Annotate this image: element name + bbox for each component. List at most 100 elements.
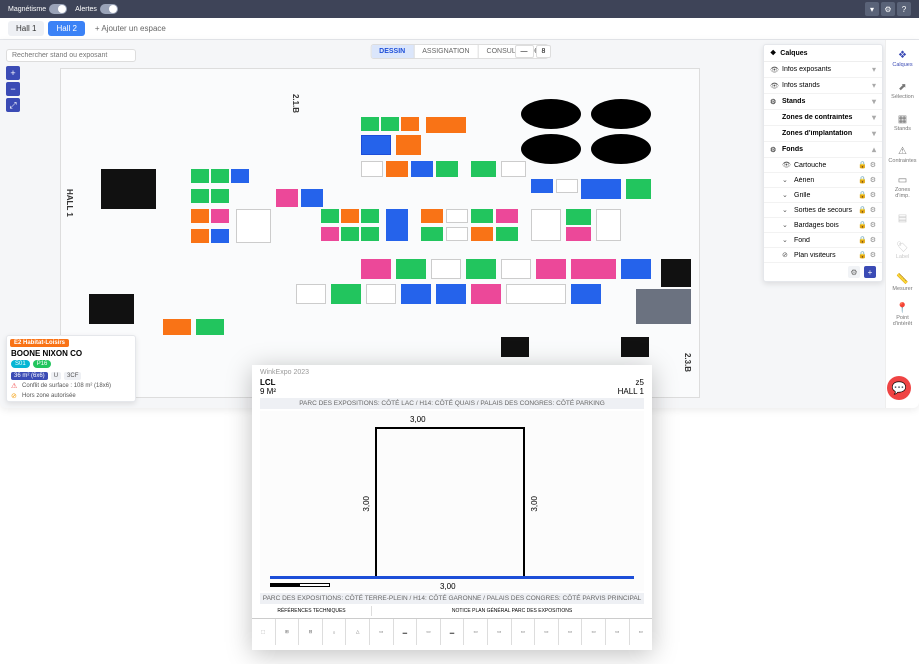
- booth[interactable]: [381, 117, 399, 131]
- booth[interactable]: [636, 289, 691, 324]
- rail-calques[interactable]: ❖Calques: [888, 44, 918, 74]
- booth[interactable]: [566, 227, 591, 241]
- topbar-help-icon[interactable]: ?: [897, 2, 911, 16]
- booth[interactable]: [531, 179, 553, 193]
- layer-group[interactable]: Zones de contraintes▾: [764, 110, 882, 126]
- booth[interactable]: [191, 169, 209, 183]
- booth[interactable]: [426, 117, 466, 133]
- lock-icon[interactable]: 🔒: [858, 161, 867, 169]
- booth[interactable]: [436, 284, 466, 304]
- gear-icon[interactable]: ⚙: [870, 206, 876, 214]
- rail-contraintes[interactable]: ⚠Contraintes: [888, 140, 918, 170]
- layer-group[interactable]: ⚙Fonds▴: [764, 142, 882, 158]
- layer-group[interactable]: ⚙Stands▾: [764, 94, 882, 110]
- booth[interactable]: [411, 161, 433, 177]
- search-input[interactable]: [6, 49, 136, 62]
- lock-icon[interactable]: 🔒: [858, 236, 867, 244]
- gear-icon[interactable]: ⚙: [870, 176, 876, 184]
- booth[interactable]: [496, 227, 518, 241]
- layer-item[interactable]: 👁Cartouche🔒⚙: [764, 158, 882, 173]
- magnetisme-toggle[interactable]: Magnétisme: [8, 4, 67, 14]
- booth[interactable]: [301, 189, 323, 207]
- layer-settings-button[interactable]: ⚙: [848, 266, 860, 278]
- booth[interactable]: [341, 227, 359, 241]
- booth[interactable]: [89, 294, 134, 324]
- gear-icon[interactable]: ⚙: [870, 236, 876, 244]
- booth[interactable]: [331, 284, 361, 304]
- lock-icon[interactable]: 🔒: [858, 251, 867, 259]
- zoom-fit-button[interactable]: ⤢: [6, 98, 20, 112]
- layer-group[interactable]: Zones d'implantation▾: [764, 126, 882, 142]
- booth[interactable]: [621, 337, 649, 357]
- mode-assignation[interactable]: ASSIGNATION: [414, 45, 478, 58]
- booth[interactable]: [236, 209, 271, 243]
- gear-icon[interactable]: ⚙: [870, 251, 876, 259]
- booth[interactable]: [471, 161, 496, 177]
- lock-icon[interactable]: 🔒: [858, 221, 867, 229]
- booth[interactable]: [581, 179, 621, 199]
- booth[interactable]: [621, 259, 651, 279]
- booth[interactable]: [536, 259, 566, 279]
- booth[interactable]: [471, 209, 493, 223]
- hall-tab-1[interactable]: Hall 1: [8, 21, 44, 36]
- rail-zones[interactable]: ▭Zones d'imp.: [888, 172, 918, 202]
- topbar-settings-icon[interactable]: ⚙: [881, 2, 895, 16]
- booth[interactable]: [421, 209, 443, 223]
- booth[interactable]: [211, 169, 229, 183]
- booth[interactable]: [296, 284, 326, 304]
- layer-group[interactable]: 👁Infos exposants▾: [764, 62, 882, 78]
- chat-fab[interactable]: 💬: [887, 376, 911, 400]
- canvas-area[interactable]: + − ⤢ DESSIN ASSIGNATION CONSULTATION — …: [0, 40, 919, 408]
- booth[interactable]: [496, 209, 518, 223]
- booth[interactable]: [321, 209, 339, 223]
- booth[interactable]: [401, 284, 431, 304]
- zoom-in-button[interactable]: +: [6, 66, 20, 80]
- booth[interactable]: [506, 284, 566, 304]
- booth[interactable]: [361, 209, 379, 223]
- booth[interactable]: [211, 229, 229, 243]
- add-space-button[interactable]: + Ajouter un espace: [89, 21, 172, 36]
- booth[interactable]: [556, 179, 578, 193]
- booth[interactable]: [231, 169, 249, 183]
- layer-item[interactable]: ⌄Bardages bois🔒⚙: [764, 218, 882, 233]
- lock-icon[interactable]: 🔒: [858, 191, 867, 199]
- layer-group[interactable]: 👁Infos stands▾: [764, 78, 882, 94]
- gear-icon[interactable]: ⚙: [870, 161, 876, 169]
- layer-item[interactable]: ⌄Aérien🔒⚙: [764, 173, 882, 188]
- booth[interactable]: [396, 259, 426, 279]
- hall-tab-2[interactable]: Hall 2: [48, 21, 84, 36]
- floorplan[interactable]: HALL 1 2.1.B 2.3.B: [60, 68, 700, 398]
- booth[interactable]: [366, 284, 396, 304]
- booth[interactable]: [626, 179, 651, 199]
- gear-icon[interactable]: ⚙: [870, 191, 876, 199]
- booth[interactable]: [501, 259, 531, 279]
- rail-mesurer[interactable]: 📏Mesurer: [888, 268, 918, 298]
- booth[interactable]: [396, 135, 421, 155]
- zoom-out-button[interactable]: −: [6, 82, 20, 96]
- booth[interactable]: [466, 259, 496, 279]
- booth[interactable]: [191, 229, 209, 243]
- booth[interactable]: [446, 227, 468, 241]
- booth[interactable]: [386, 209, 408, 241]
- booth[interactable]: [566, 209, 591, 225]
- booth[interactable]: [191, 189, 209, 203]
- booth[interactable]: [341, 209, 359, 223]
- booth[interactable]: [501, 161, 526, 177]
- booth[interactable]: [361, 117, 379, 131]
- booth[interactable]: [163, 319, 191, 335]
- booth[interactable]: [276, 189, 298, 207]
- booth[interactable]: [661, 259, 691, 287]
- booth[interactable]: [471, 227, 493, 241]
- topbar-btn-1[interactable]: ▾: [865, 2, 879, 16]
- booth[interactable]: [361, 259, 391, 279]
- rail-poi[interactable]: 📍Point d'intérêt: [888, 300, 918, 330]
- layer-item[interactable]: ⌄Sorties de secours🔒⚙: [764, 203, 882, 218]
- lock-icon[interactable]: 🔒: [858, 176, 867, 184]
- alertes-toggle[interactable]: Alertes: [75, 4, 118, 14]
- booth[interactable]: [211, 189, 229, 203]
- layer-item[interactable]: ⊘Plan visiteurs🔒⚙: [764, 248, 882, 263]
- booth[interactable]: [471, 284, 501, 304]
- booth[interactable]: [361, 227, 379, 241]
- booth[interactable]: [596, 209, 621, 241]
- booth[interactable]: [321, 227, 339, 241]
